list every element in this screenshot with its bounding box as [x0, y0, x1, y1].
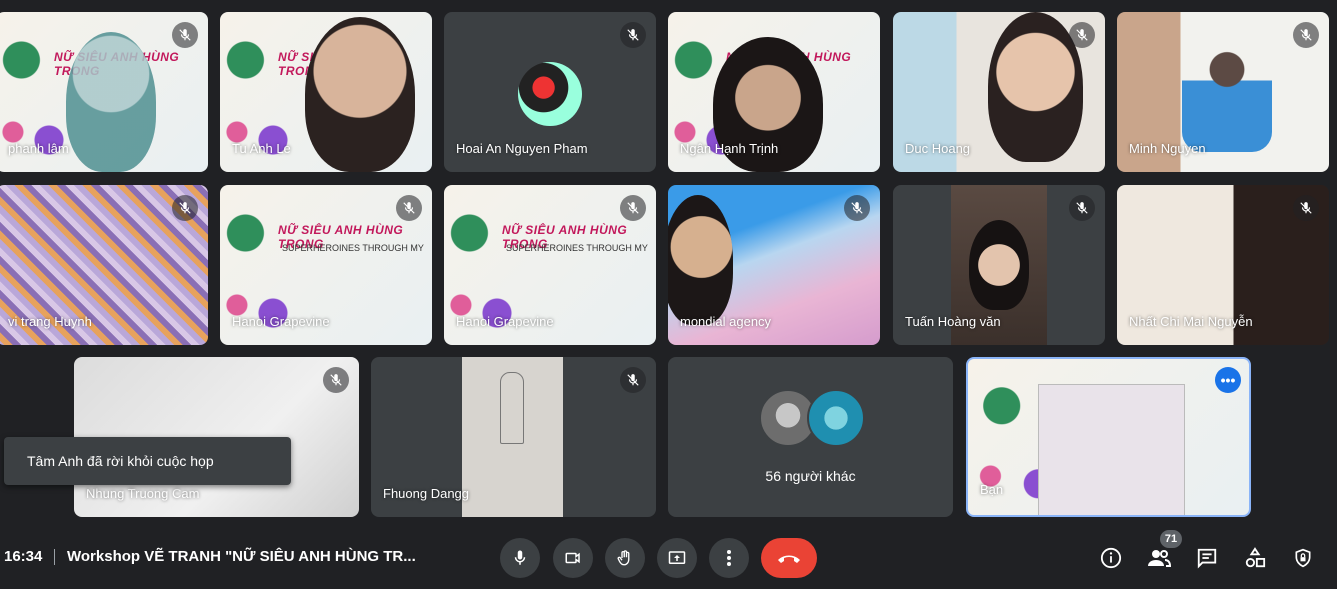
others-tile[interactable]: 56 người khác — [668, 357, 953, 517]
chat-icon — [1197, 548, 1217, 569]
mic-off-icon — [172, 22, 198, 48]
mic-off-icon — [620, 367, 646, 393]
poster-subtitle: SUPERHEROINES THROUGH MY — [282, 243, 424, 253]
participant-tile[interactable]: mondial agency — [668, 185, 880, 345]
notification-toast: Tâm Anh đã rời khỏi cuộc họp — [4, 437, 291, 485]
participant-tile[interactable]: Nhất Chi Mai Nguyễn — [1117, 185, 1329, 345]
drawing — [462, 357, 563, 517]
divider — [54, 549, 55, 565]
participant-name: Nhất Chi Mai Nguyễn — [1129, 314, 1253, 329]
more-vert-icon — [727, 550, 731, 566]
participant-name: Bạn — [980, 482, 1004, 497]
clock: 16:34 — [4, 548, 43, 565]
participant-video — [305, 17, 415, 172]
mic-off-icon — [1069, 22, 1095, 48]
chat-button[interactable] — [1194, 545, 1220, 571]
participant-name: Duc Hoang — [905, 141, 971, 156]
mic-off-icon — [323, 367, 349, 393]
microphone-icon — [514, 550, 526, 565]
participant-tile[interactable]: Fhuong Dangg — [371, 357, 656, 517]
activities-button[interactable] — [1242, 545, 1268, 571]
more-options-button[interactable] — [709, 538, 749, 578]
mic-off-icon — [172, 195, 198, 221]
meeting-details-button[interactable] — [1098, 545, 1124, 571]
participant-tile[interactable]: vi trang Huynh — [0, 185, 208, 345]
others-count-label: 56 người khác — [765, 468, 856, 484]
meeting-title[interactable]: Workshop VẼ TRANH "NỮ SIÊU ANH HÙNG TR..… — [67, 548, 416, 565]
camera-icon — [565, 552, 580, 564]
present-icon — [668, 551, 686, 564]
present-screen-button[interactable] — [657, 538, 697, 578]
participant-name: Tuấn Hoàng văn — [905, 314, 1001, 329]
avatar — [518, 62, 582, 126]
camera-button[interactable] — [553, 538, 593, 578]
shapes-icon — [1245, 547, 1266, 568]
participant-tile[interactable]: NỮ SIÊU ANH HÙNG TRONG phanh lâm — [0, 12, 208, 172]
info-icon — [1100, 547, 1122, 569]
participant-tile[interactable]: NỮ SIÊU ANH HÙNG TRONG Ngân Hạnh Trịnh — [668, 12, 880, 172]
participant-video — [66, 32, 156, 172]
hang-up-icon — [778, 555, 800, 563]
host-controls-button[interactable] — [1290, 545, 1316, 571]
participant-name: Tu Anh Le — [232, 141, 291, 156]
participant-name: mondial agency — [680, 314, 772, 329]
participant-name: Hoai An Nguyen Pham — [456, 141, 588, 156]
hand-icon — [617, 550, 630, 566]
mic-off-icon — [396, 195, 422, 221]
toast-text: Tâm Anh đã rời khỏi cuộc họp — [27, 453, 214, 469]
participant-tile[interactable]: NỮ SIÊU ANH HÙNG TRONG SUPERHEROINES THR… — [444, 185, 656, 345]
participant-face — [969, 220, 1029, 310]
poster-subtitle: SUPERHEROINES THROUGH MY — [506, 243, 648, 253]
microphone-button[interactable] — [500, 538, 540, 578]
mic-off-icon — [844, 195, 870, 221]
participant-tile[interactable]: NỮ SIÊU ANH HÙNG TRONG SUPERHEROINES THR… — [220, 185, 432, 345]
people-icon — [1148, 550, 1171, 567]
mic-off-icon — [620, 22, 646, 48]
sketch — [500, 372, 524, 444]
drawing — [1182, 42, 1272, 152]
mic-off-icon — [1293, 22, 1319, 48]
participant-name: phanh lâm — [8, 141, 69, 156]
raise-hand-button[interactable] — [605, 538, 645, 578]
participant-tile[interactable]: Duc Hoang — [893, 12, 1105, 172]
mic-off-icon — [620, 195, 646, 221]
participant-video — [668, 195, 733, 325]
people-count-badge: 71 — [1160, 530, 1182, 548]
more-options-icon[interactable]: ••• — [1215, 367, 1241, 393]
people-button[interactable] — [1146, 545, 1172, 571]
participant-name: Nhung Truong Cam — [86, 486, 200, 501]
participant-name: Hanoi Grapevine — [232, 314, 330, 329]
self-tile[interactable]: ••• Bạn — [966, 357, 1251, 517]
mic-off-icon — [1069, 195, 1095, 221]
mic-off-icon — [1293, 195, 1319, 221]
drawing — [1038, 384, 1185, 515]
participant-tile[interactable]: Hoai An Nguyen Pham — [444, 12, 656, 172]
participant-name: Minh Nguyen — [1129, 141, 1206, 156]
participant-name: Hanoi Grapevine — [456, 314, 554, 329]
participant-tile[interactable]: NỮ SIÊU ANH HÙNG TRONG Tu Anh Le — [220, 12, 432, 172]
participant-name: Fhuong Dangg — [383, 486, 470, 501]
participant-name: Ngân Hạnh Trịnh — [680, 141, 779, 156]
avatar — [807, 389, 865, 447]
participant-tile[interactable]: Minh Nguyen — [1117, 12, 1329, 172]
participant-name: vi trang Huynh — [8, 314, 92, 329]
leave-call-button[interactable] — [761, 538, 817, 578]
shield-lock-icon — [1295, 548, 1311, 568]
participant-tile[interactable]: Tuấn Hoàng văn — [893, 185, 1105, 345]
bottom-toolbar: 16:34 Workshop VẼ TRANH "NỮ SIÊU ANH HÙN… — [0, 527, 1337, 589]
